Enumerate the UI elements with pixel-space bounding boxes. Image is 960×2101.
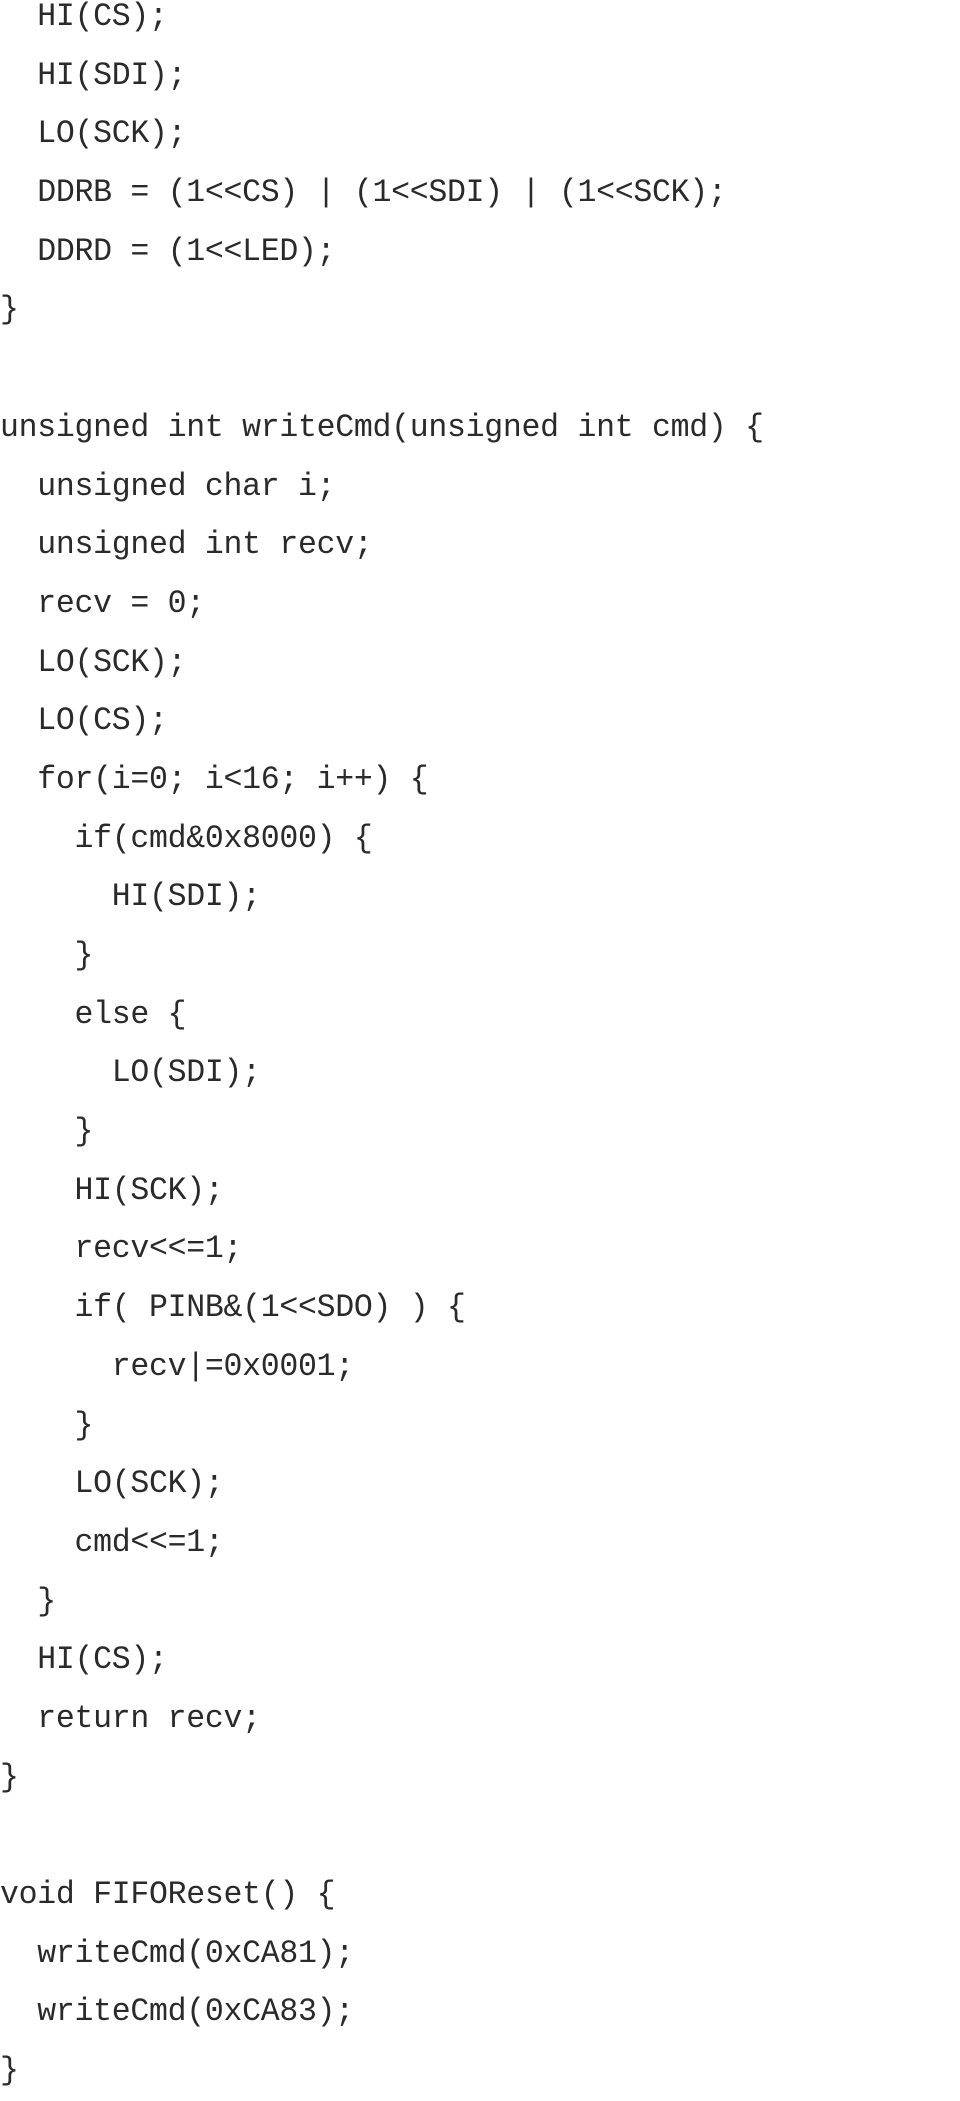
code-line: if( PINB&(1<<SDO) ) { <box>0 1289 466 1327</box>
code-line: DDRD = (1<<LED); <box>0 232 336 270</box>
code-line: } <box>0 291 19 329</box>
code-line: LO(SCK); <box>0 643 187 681</box>
code-line: HI(SDI); <box>0 878 261 916</box>
code-line: HI(SCK); <box>0 1171 224 1209</box>
code-line: LO(SDI); <box>0 1054 261 1092</box>
code-line: unsigned int writeCmd(unsigned int cmd) … <box>0 408 764 446</box>
code-line: } <box>0 937 94 974</box>
code-line: cmd<<=1; <box>0 1523 224 1561</box>
code-line: unsigned int recv; <box>0 526 373 564</box>
code-line: } <box>0 2052 19 2090</box>
code-line: writeCmd(0xCA81); <box>0 1934 354 1972</box>
code-line: recv = 0; <box>0 584 205 622</box>
code-line: HI(CS); <box>0 1641 168 1679</box>
code-listing: HI(CS); HI(SDI); LO(SCK); DDRB = (1<<CS)… <box>0 0 764 2101</box>
code-line: void FIFOReset() { <box>0 1876 336 1913</box>
code-line: } <box>0 1758 19 1796</box>
code-line: for(i=0; i<16; i++) { <box>0 760 429 798</box>
code-line: else { <box>0 995 187 1033</box>
code-line: } <box>0 1582 56 1620</box>
code-line: return recv; <box>0 1699 261 1737</box>
code-line: recv|=0x0001; <box>0 1347 354 1385</box>
code-line: recv<<=1; <box>0 1230 243 1268</box>
code-line: if(cmd&0x8000) { <box>0 819 373 857</box>
code-line: writeCmd(0xCA83); <box>0 1993 354 2031</box>
code-line: unsigned char i; <box>0 467 336 505</box>
code-line: LO(SCK); <box>0 115 187 153</box>
code-line: LO(CS); <box>0 702 168 740</box>
code-line: HI(SDI); <box>0 56 187 94</box>
code-line: HI(CS); <box>0 0 168 35</box>
code-line: } <box>0 1406 94 1444</box>
code-line: LO(SCK); <box>0 1465 224 1503</box>
code-line: DDRB = (1<<CS) | (1<<SDI) | (1<<SCK); <box>0 174 727 212</box>
code-line: } <box>0 1113 94 1151</box>
